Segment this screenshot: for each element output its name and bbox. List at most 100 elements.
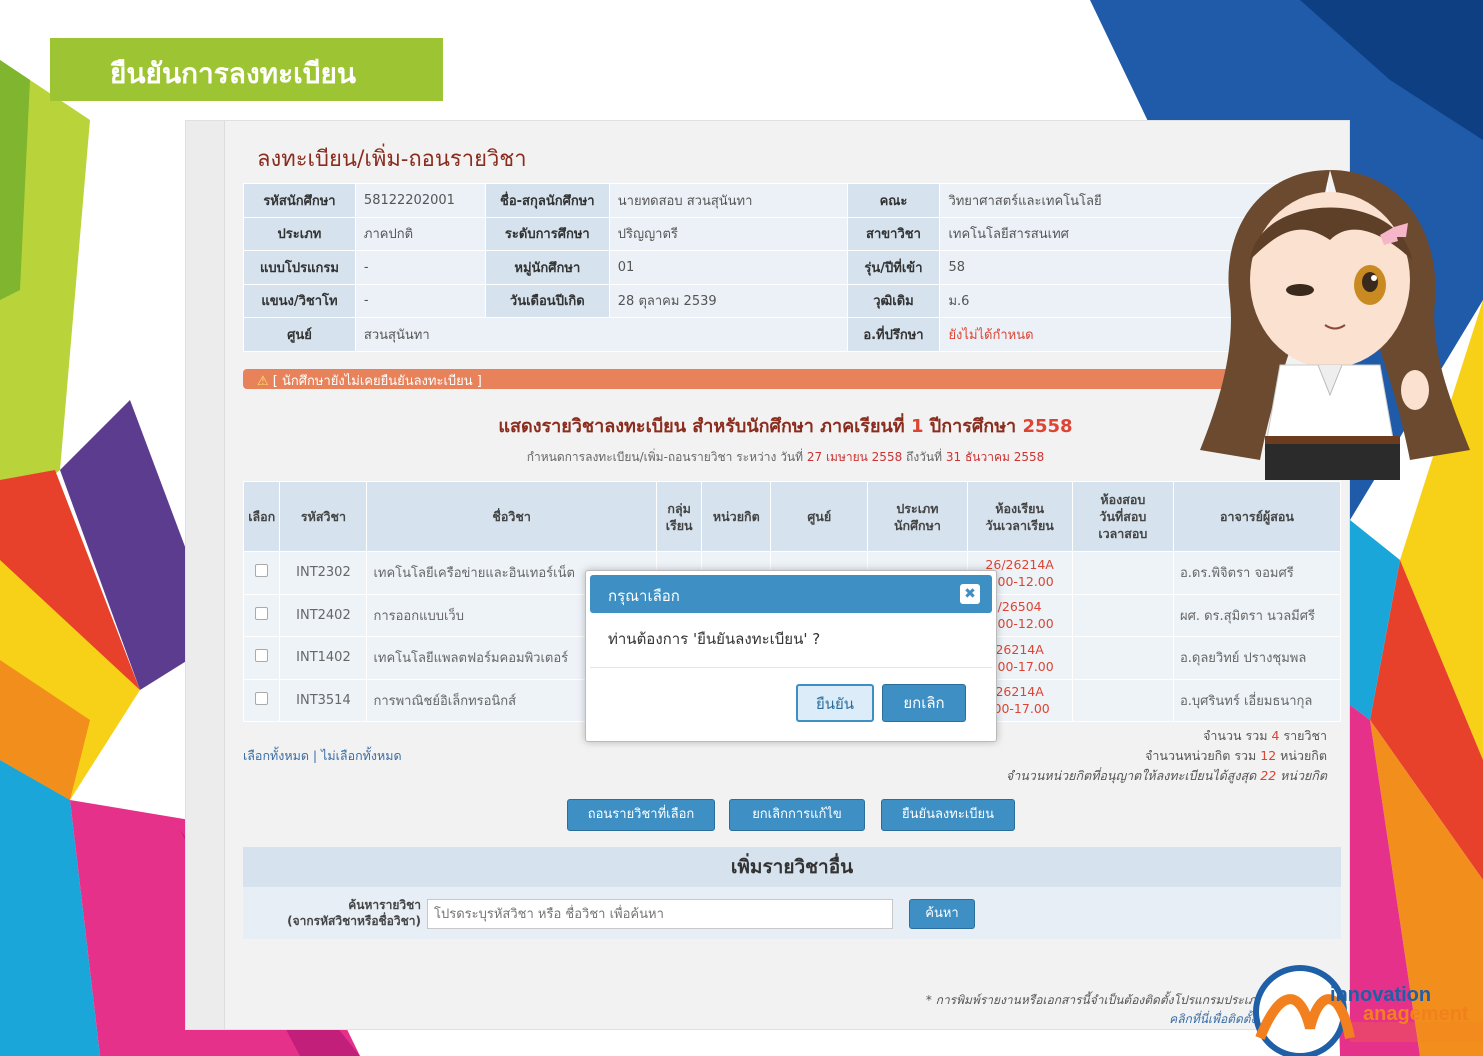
info-label: วุฒิเดิม [846,283,941,318]
row-checkbox[interactable] [255,691,269,705]
course-teacher: อ.ดุลยวิทย์ ปรางชุมพล [1172,636,1342,680]
info-value: 28 ตุลาคม 2539 [608,283,848,318]
adobe-install-link[interactable]: คลิกที่นี่เพื่อติดตั้ง Adob [926,1010,1291,1029]
select-all-link[interactable]: เลือกทั้งหมด [243,748,309,763]
info-label: ประเภท [243,216,356,251]
row-checkbox-cell[interactable] [242,678,281,722]
credit-total-line: จำนวนหน่วยกิต รวม 12 หน่วยกิต [927,746,1327,766]
col-exam-2: วันที่สอบ [1099,509,1147,524]
col-code: รหัสวิชา [279,481,368,552]
info-value: สวนสุนันทา [354,317,848,352]
pdf-footnote: * การพิมพ์รายงานหรือเอกสารนี้จำเป็นต้องต… [926,991,1291,1029]
select-links: เลือกทั้งหมด | ไม่เลือกทั้งหมด [243,746,402,766]
search-label-1: ค้นหารายวิชา [348,898,421,912]
col-type-1: ประเภท [896,500,939,516]
info-label: ชื่อ-สกุลนักศึกษา [484,183,610,218]
year-number: 2558 [1022,416,1073,437]
warning-bar: ⚠ [ นักศึกษายังไม่เคยยืนยันลงทะเบียน ] [243,369,1243,389]
schedule-title: แสดงรายวิชาลงทะเบียน สำหรับนักศึกษา ภาคเ… [243,411,1328,440]
student-info-table: รหัสนักศึกษา 58122202001 ชื่อ-สกุลนักศึก… [243,183,1328,352]
close-icon[interactable]: ✖ [960,584,980,604]
dialog-confirm-button[interactable]: ยืนยัน [796,684,874,722]
row-checkbox-cell[interactable] [242,636,281,680]
info-label: ระดับการศึกษา [484,216,610,251]
search-label: ค้นหารายวิชา (จากรหัสวิชาหรือชื่อวิชา) [271,897,421,929]
row-checkbox-cell[interactable] [242,551,281,595]
course-header-row: เลือก รหัสวิชา ชื่อวิชา กลุ่ม เรียน หน่วย… [242,481,1342,552]
credit-max-label: จำนวนหน่วยกิตที่อนุญาตให้ลงทะเบียนได้สูง… [1005,768,1257,783]
info-value: - [354,283,486,318]
info-label: รหัสนักศึกษา [243,183,356,218]
add-course-heading: เพิ่มรายวิชาอื่น [243,847,1341,887]
course-search-input[interactable] [427,899,893,929]
room-code: /26504 [997,599,1042,615]
drop-selected-button[interactable]: ถอนรายวิชาที่เลือก [567,799,715,831]
row-checkbox[interactable] [255,649,269,663]
room-code: 26214A [995,684,1044,700]
select-none-link[interactable]: ไม่เลือกทั้งหมด [321,748,401,763]
course-count-label: จำนวน รวม [1203,728,1268,743]
info-label: สาขาวิชา [846,216,941,251]
course-exam [1071,551,1174,595]
info-label: ศูนย์ [243,317,356,352]
confirm-register-button[interactable]: ยืนยันลงทะเบียน [881,799,1015,831]
schedule-period: กำหนดการลงทะเบียน/เพิ่ม-ถอนรายวิชา ระหว่… [243,448,1328,467]
credit-total-unit: หน่วยกิต [1280,748,1327,763]
col-group-2: เรียน [665,517,693,533]
dialog-cancel-button[interactable]: ยกเลิก [882,684,966,722]
info-label: หมู่นักศึกษา [484,250,610,285]
search-label-2: (จากรหัสวิชาหรือชื่อวิชา) [287,914,421,928]
course-code: INT2402 [279,593,368,637]
panel-margin [186,121,224,1029]
dialog-message: ท่านต้องการ 'ยืนยันลงทะเบียน' ? [608,630,821,648]
search-button[interactable]: ค้นหา [909,899,975,929]
info-label: คณะ [846,183,941,218]
info-value: ปริญญาตรี [608,216,848,251]
logo-text-management: anagement [1363,1003,1469,1025]
col-exam-3: เวลาสอบ [1098,526,1148,541]
course-count: 4 [1271,728,1280,743]
col-name: ชื่อวิชา [366,481,657,552]
info-value: 01 [608,250,848,285]
col-select: เลือก [242,481,281,552]
col-type-2: นักศึกษา [894,517,941,533]
col-room: ห้องเรียน วันเวลาเรียน [966,481,1073,552]
info-value: นายทดสอบ สวนสุนันทา [608,183,848,218]
info-row: ศูนย์ สวนสุนันทา อ.ที่ปรึกษา ยังไม่ได้กำ… [243,317,1328,352]
col-group-1: กลุ่ม [667,500,691,516]
room-code: 26/26214A [985,556,1054,572]
course-code: INT3514 [279,678,368,722]
room-code: 26214A [995,641,1044,657]
cancel-edit-button[interactable]: ยกเลิกการแก้ไข [729,799,865,831]
info-row: แขนง/วิชาโท - วันเดือนปีเกิด 28 ตุลาคม 2… [243,283,1328,318]
info-label: รุ่น/ปีที่เข้า [846,250,941,285]
row-checkbox[interactable] [255,606,269,620]
credit-max-line: จำนวนหน่วยกิตที่อนุญาตให้ลงทะเบียนได้สูง… [927,766,1327,786]
info-row: แบบโปรแกรม - หมู่นักศึกษา 01 รุ่น/ปีที่เ… [243,250,1328,285]
room-time: .00-17.00 [989,701,1050,717]
info-label: วันเดือนปีเกิด [484,283,610,318]
info-row: ประเภท ภาคปกติ ระดับการศึกษา ปริญญาตรี ส… [243,216,1328,251]
col-teacher: อาจารย์ผู้สอน [1172,481,1342,552]
row-checkbox-cell[interactable] [242,593,281,637]
year-label: ปีการศึกษา [929,416,1017,437]
col-credits: หน่วยกิต [701,481,772,552]
info-value: - [354,250,486,285]
course-teacher: อ.บุศรินทร์ เอี่ยมธนากุล [1172,678,1342,722]
col-center: ศูนย์ [770,481,869,552]
course-count-unit: รายวิชา [1283,728,1327,743]
course-code: INT2302 [279,551,368,595]
course-code: INT1402 [279,636,368,680]
row-checkbox[interactable] [255,564,269,578]
dialog-divider [590,667,992,668]
warning-icon: ⚠ [257,374,269,389]
schedule-title-prefix: แสดงรายวิชาลงทะเบียน สำหรับนักศึกษา ภาคเ… [498,416,905,437]
col-room-2: วันเวลาเรียน [985,517,1054,533]
course-teacher: อ.ดร.พิจิตรา จอมศรี [1172,551,1342,595]
period-start: 27 เมษายน 2558 [806,450,903,464]
col-exam-1: ห้องสอบ [1100,492,1146,507]
info-row: รหัสนักศึกษา 58122202001 ชื่อ-สกุลนักศึก… [243,183,1328,218]
dialog-header: กรุณาเลือก ✖ [590,575,992,613]
credit-total-label: จำนวนหน่วยกิต รวม [1145,748,1257,763]
credit-max-unit: หน่วยกิต [1280,768,1327,783]
